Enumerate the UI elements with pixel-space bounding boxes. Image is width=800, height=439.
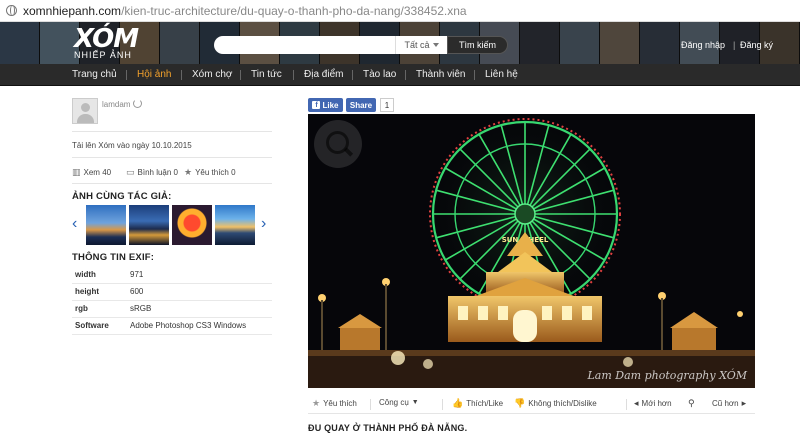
ferris-wheel-photo: SUN WHEEL <box>308 114 755 388</box>
facebook-share-button[interactable]: Share <box>346 98 376 112</box>
like-button[interactable]: 👍 Thích/Like <box>452 398 503 409</box>
search-photo-icon[interactable]: ⚲ <box>688 398 698 409</box>
chevron-down-icon: ▼ <box>411 399 419 406</box>
share-count: 1 <box>380 98 394 112</box>
views-stat: ▥ Xem 40 <box>72 167 112 177</box>
nav-item-places[interactable]: Địa điểm <box>304 64 343 86</box>
category-label: Tất cả <box>404 40 430 50</box>
address-bar[interactable]: xomnhiepanh.com /kien-truc-architecture/… <box>0 0 800 22</box>
logo-main: XÓM <box>74 24 139 54</box>
main-nav: Trang chủ Hội ảnh Xóm chợ Tin tức Địa đi… <box>0 64 800 86</box>
author-photo-thumb-2[interactable] <box>129 205 169 245</box>
photo-caption: ĐU QUAY Ở THÀNH PHỐ ĐÀ NẴNG. <box>308 423 468 433</box>
table-row: width 971 <box>72 266 272 284</box>
table-row: Software Adobe Photoshop CS3 Windows <box>72 317 272 335</box>
author-photo-thumb-3[interactable] <box>172 205 212 245</box>
table-row: rgb sRGB <box>72 300 272 318</box>
follow-icon[interactable] <box>133 99 142 108</box>
logo-sub: NHIẾP ẢNH <box>74 50 132 60</box>
auth-separator: | <box>733 40 736 50</box>
photo-watermark: Lam Dam photography XÓM <box>587 369 748 382</box>
category-select[interactable]: Tất cả <box>395 36 447 54</box>
comments-stat: ▭ Bình luận 0 <box>126 167 178 177</box>
tools-dropdown[interactable]: Công cụ ▼ <box>379 398 422 407</box>
older-photo-button[interactable]: Cũ hơn ▸ <box>712 398 749 409</box>
nav-item-photo-club[interactable]: Hội ảnh <box>137 64 171 86</box>
newer-photo-button[interactable]: ◂ Mới hơn <box>634 398 672 409</box>
nav-item-news[interactable]: Tin tức <box>251 64 282 86</box>
comment-icon: ▭ <box>126 167 135 177</box>
zoom-icon[interactable] <box>314 120 362 168</box>
avatar[interactable] <box>72 98 98 124</box>
likes-stat: ★ Yêu thích 0 <box>184 167 236 177</box>
prev-thumbs-icon[interactable]: ‹ <box>72 216 77 232</box>
exif-title: THÔNG TIN EXIF: <box>72 252 155 263</box>
next-thumbs-icon[interactable]: › <box>261 216 266 232</box>
star-icon: ★ <box>184 167 193 177</box>
nav-item-market[interactable]: Xóm chợ <box>192 64 232 86</box>
same-author-title: ẢNH CÙNG TÁC GIẢ: <box>72 191 172 202</box>
login-link[interactable]: Đăng nhập <box>681 40 725 50</box>
chevron-down-icon <box>432 43 439 47</box>
star-icon: ★ <box>312 398 321 408</box>
chart-icon: ▥ <box>72 167 81 177</box>
register-link[interactable]: Đăng ký <box>740 40 773 50</box>
nav-item-members[interactable]: Thành viên <box>416 64 465 86</box>
facebook-like-button[interactable]: f Like <box>308 98 343 112</box>
exif-table: width 971 height 600 rgb sRGB Software Adobe… <box>72 266 272 335</box>
dislike-button[interactable]: 👎 Không thích/Dislike <box>514 398 597 409</box>
url-path: /kien-truc-architecture/du-quay-o-thanh-… <box>121 3 467 18</box>
nav-item-contact[interactable]: Liên hệ <box>485 64 518 86</box>
upload-date: Tải lên Xóm vào ngày 10.10.2015 <box>72 141 192 150</box>
nav-item-chat[interactable]: Tào lao <box>363 64 396 86</box>
photo-toolbar: ★ Yêu thích Công cụ ▼ 👍 Thích/Like 👎 Khô… <box>308 396 755 414</box>
favorite-button[interactable]: ★ Yêu thích <box>312 398 357 409</box>
site-header: XÓM NHIẾP ẢNH Tất cả Tìm kiếm Đăng nhập … <box>0 22 800 64</box>
thumbs-up-icon: 👍 <box>452 398 464 408</box>
author-photo-thumb-4[interactable] <box>215 205 255 245</box>
main-photo[interactable]: SUN WHEEL Lam Dam photography XÓM <box>308 114 755 388</box>
globe-icon <box>6 5 17 16</box>
thumbs-down-icon: 👎 <box>514 398 526 408</box>
author-username[interactable]: lamdam <box>102 100 130 109</box>
search-button[interactable]: Tìm kiếm <box>447 36 508 54</box>
nav-item-home[interactable]: Trang chủ <box>72 64 117 86</box>
author-photo-thumb-1[interactable] <box>86 205 126 245</box>
search-icon: ⚲ <box>688 398 695 408</box>
table-row: height 600 <box>72 283 272 301</box>
site-logo[interactable]: XÓM NHIẾP ẢNH <box>74 24 139 60</box>
arrow-left-icon: ◂ <box>634 398 639 408</box>
url-host: xomnhiepanh.com <box>23 3 122 18</box>
facebook-icon: f <box>312 101 321 109</box>
arrow-right-icon: ▸ <box>741 398 747 408</box>
